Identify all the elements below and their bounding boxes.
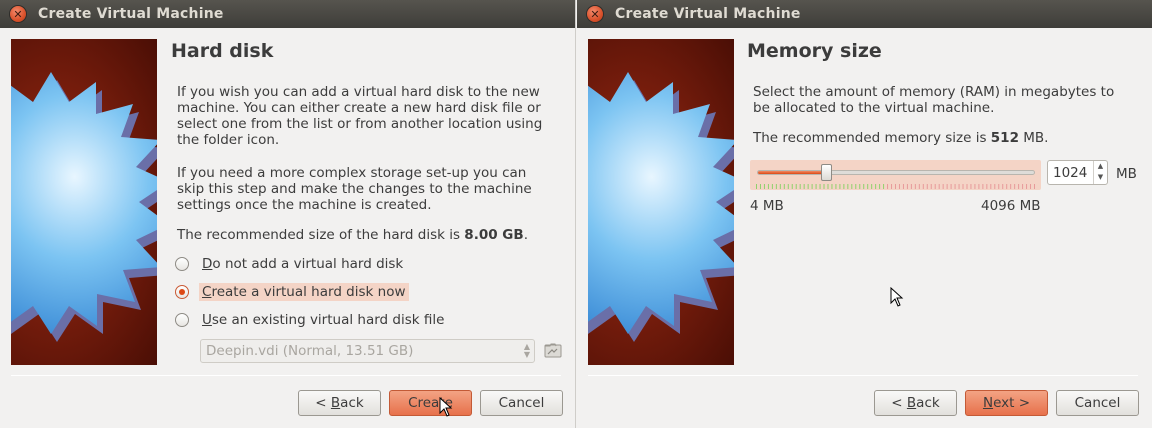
close-button[interactable]: ✕ xyxy=(10,6,26,22)
memory-size-dialog: ✕ Create Virtual Machine Memory size Sel… xyxy=(577,0,1152,428)
mouse-cursor-icon xyxy=(439,397,453,417)
virtualbox-star-icon xyxy=(11,72,157,342)
wizard-banner-image xyxy=(588,39,734,365)
button-separator xyxy=(588,375,1138,376)
recommended-memory-value: 512 xyxy=(990,130,1019,146)
slider-ticks xyxy=(756,184,1035,189)
radio-button-selected[interactable] xyxy=(175,285,189,299)
memory-intro-paragraph: Select the amount of memory (RAM) in meg… xyxy=(753,84,1115,116)
storage-paragraph: If you need a more complex storage set-u… xyxy=(177,165,532,213)
page-heading: Memory size xyxy=(747,40,882,62)
radio-create-disk[interactable]: Create a virtual hard disk now xyxy=(175,281,409,303)
slider-fill xyxy=(758,171,828,174)
radio-label: Create a virtual hard disk now xyxy=(199,283,409,301)
title-bar: ✕ Create Virtual Machine xyxy=(577,0,1152,28)
spin-up-icon[interactable]: ▲ xyxy=(1094,161,1107,172)
back-button[interactable]: < Back xyxy=(874,390,957,416)
window-title: Create Virtual Machine xyxy=(38,6,224,22)
existing-disk-select[interactable]: Deepin.vdi (Normal, 13.51 GB) ▲ ▼ xyxy=(200,339,535,363)
slider-max-label: 4096 MB xyxy=(981,198,1041,214)
radio-label: Use an existing virtual hard disk file xyxy=(202,312,445,328)
close-icon: ✕ xyxy=(590,7,600,21)
back-button[interactable]: < Back xyxy=(298,390,381,416)
cancel-button[interactable]: Cancel xyxy=(1056,390,1139,416)
next-button[interactable]: Next > xyxy=(965,390,1048,416)
memory-value[interactable]: 1024 xyxy=(1053,165,1087,181)
close-icon: ✕ xyxy=(13,7,23,21)
virtualbox-star-icon xyxy=(588,72,734,342)
hard-disk-dialog: ✕ Create Virtual Machine Hard disk If yo… xyxy=(0,0,576,428)
memory-slider[interactable] xyxy=(750,160,1041,190)
memory-spinbox[interactable]: 1024 ▲ ▼ xyxy=(1047,160,1108,185)
wizard-banner-image xyxy=(11,39,157,365)
slider-min-label: 4 MB xyxy=(750,198,784,214)
radio-no-disk[interactable]: Do not add a virtual hard disk xyxy=(175,253,406,275)
folder-icon[interactable] xyxy=(544,342,562,358)
slider-thumb[interactable] xyxy=(821,164,833,181)
radio-button[interactable] xyxy=(175,313,189,327)
recommended-size-text: The recommended size of the hard disk is… xyxy=(177,227,528,243)
existing-disk-value: Deepin.vdi (Normal, 13.51 GB) xyxy=(206,343,414,359)
radio-existing-disk[interactable]: Use an existing virtual hard disk file xyxy=(175,309,447,331)
cancel-button[interactable]: Cancel xyxy=(480,390,563,416)
mouse-cursor-icon xyxy=(890,287,904,307)
slider-track[interactable] xyxy=(757,170,1035,175)
radio-button[interactable] xyxy=(175,257,189,271)
memory-unit-label: MB xyxy=(1116,166,1137,182)
window-title: Create Virtual Machine xyxy=(615,6,801,22)
page-heading: Hard disk xyxy=(171,40,274,62)
create-button[interactable]: Create xyxy=(389,390,472,416)
button-separator xyxy=(11,375,561,376)
spin-buttons[interactable]: ▲ ▼ xyxy=(1093,161,1107,184)
recommended-memory-text: The recommended memory size is 512 MB. xyxy=(753,130,1049,146)
spin-down-icon[interactable]: ▼ xyxy=(1094,172,1107,183)
recommended-size-value: 8.00 GB xyxy=(464,227,524,243)
updown-arrows-icon: ▲ ▼ xyxy=(523,342,530,359)
title-bar: ✕ Create Virtual Machine xyxy=(0,0,575,28)
radio-label: Do not add a virtual hard disk xyxy=(202,256,404,272)
close-button[interactable]: ✕ xyxy=(587,6,603,22)
intro-paragraph: If you wish you can add a virtual hard d… xyxy=(177,84,543,148)
